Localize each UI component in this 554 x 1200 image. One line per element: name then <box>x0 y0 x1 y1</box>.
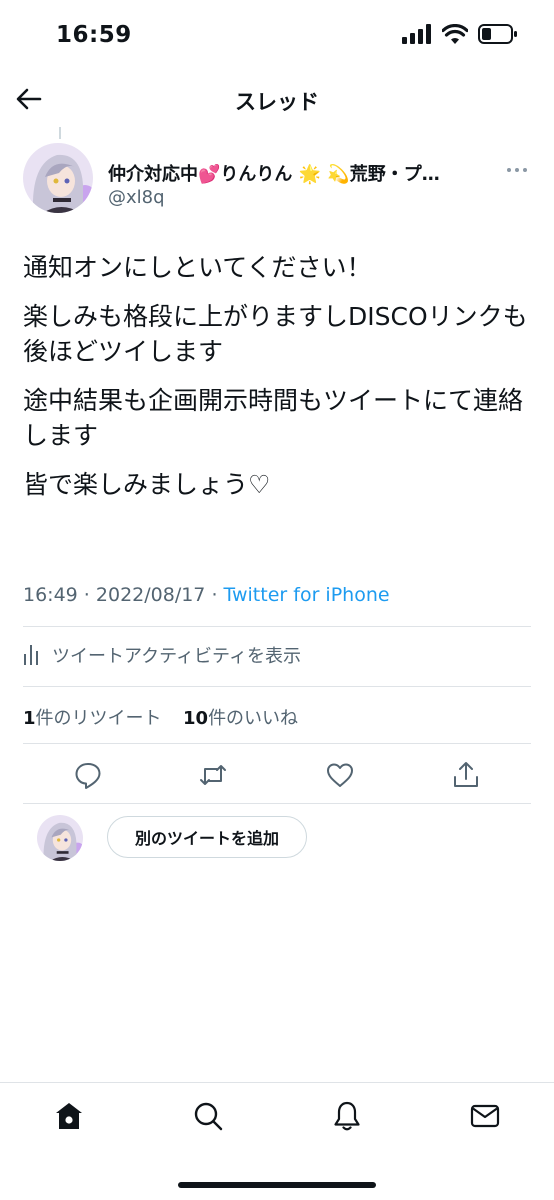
author-handle[interactable]: @xl8q <box>108 187 165 208</box>
cellular-signal-icon <box>402 24 431 44</box>
reply-button[interactable] <box>73 760 103 790</box>
avatar-illustration <box>23 143 93 213</box>
status-time: 16:59 <box>56 22 132 48</box>
divider <box>23 743 531 744</box>
likes-stat[interactable]: 10件のいいね <box>183 708 298 729</box>
tweet-actions <box>0 760 554 790</box>
more-options-icon[interactable] <box>507 168 527 172</box>
retweet-icon <box>200 765 226 785</box>
tweet-line: 楽しみも格段に上がりますしDISCOリンクも後ほどツイします <box>23 301 528 367</box>
add-another-tweet-button[interactable]: 別のツイートを追加 <box>107 816 307 858</box>
meta-separator: · <box>77 584 96 606</box>
notifications-icon <box>334 1101 360 1131</box>
home-icon <box>56 1103 82 1129</box>
tab-bar-divider <box>0 1082 554 1083</box>
tweet-line: 通知オンにしといてください！ <box>23 253 372 282</box>
analytics-icon <box>24 645 38 665</box>
tweet-date: 2022/08/17 <box>95 584 206 606</box>
battery-icon <box>478 24 517 44</box>
tweet-metadata: 16:49 · 2022/08/17 · Twitter for iPhone <box>23 584 390 606</box>
meta-separator: · <box>205 584 224 606</box>
wifi-icon <box>442 24 468 44</box>
tab-messages[interactable] <box>469 1100 501 1132</box>
likes-label: 件のいいね <box>208 708 299 729</box>
tab-search[interactable] <box>192 1100 224 1132</box>
likes-count: 10 <box>183 708 209 729</box>
tweet-activity-label: ツイートアクティビティを表示 <box>52 646 301 667</box>
tweet-source-link[interactable]: Twitter for iPhone <box>224 584 390 606</box>
tweet-line: 皆で楽しみましょう♡ <box>23 469 271 499</box>
engagement-stats: 1件のリツイート 10件のいいね <box>23 704 298 730</box>
retweets-count: 1 <box>23 708 36 729</box>
tweet-activity-link[interactable]: ツイートアクティビティを表示 <box>24 642 301 668</box>
tweet-time: 16:49 <box>23 584 78 606</box>
divider <box>23 626 531 627</box>
share-button[interactable] <box>451 760 481 790</box>
avatar-illustration <box>37 815 83 861</box>
tab-home[interactable] <box>53 1100 85 1132</box>
retweets-stat[interactable]: 1件のリツイート <box>23 708 162 729</box>
thread-connector-line <box>59 127 61 139</box>
author-display-name[interactable]: 仲介対応中💕りんりん 🌟 💫荒野・プ… <box>108 160 493 186</box>
share-icon <box>454 762 478 787</box>
retweet-button[interactable] <box>198 760 228 790</box>
search-icon <box>194 1102 223 1131</box>
reply-icon <box>75 763 101 789</box>
status-icons <box>402 24 518 44</box>
current-user-avatar <box>37 815 83 861</box>
tweet-text: 通知オンにしといてください！ 楽しみも格段に上がりますしDISCOリンクも後ほど… <box>23 250 533 515</box>
page-title: スレッド <box>235 90 319 114</box>
like-icon <box>327 763 353 787</box>
tab-notifications[interactable] <box>331 1100 363 1132</box>
like-button[interactable] <box>325 760 355 790</box>
divider <box>23 686 531 687</box>
retweets-label: 件のリツイート <box>35 708 162 729</box>
home-indicator <box>178 1182 376 1188</box>
divider <box>23 803 531 804</box>
author-avatar[interactable] <box>23 143 93 213</box>
messages-icon <box>470 1104 500 1128</box>
tweet-line: 途中結果も企画開示時間もツイートにて連絡します <box>23 385 524 451</box>
